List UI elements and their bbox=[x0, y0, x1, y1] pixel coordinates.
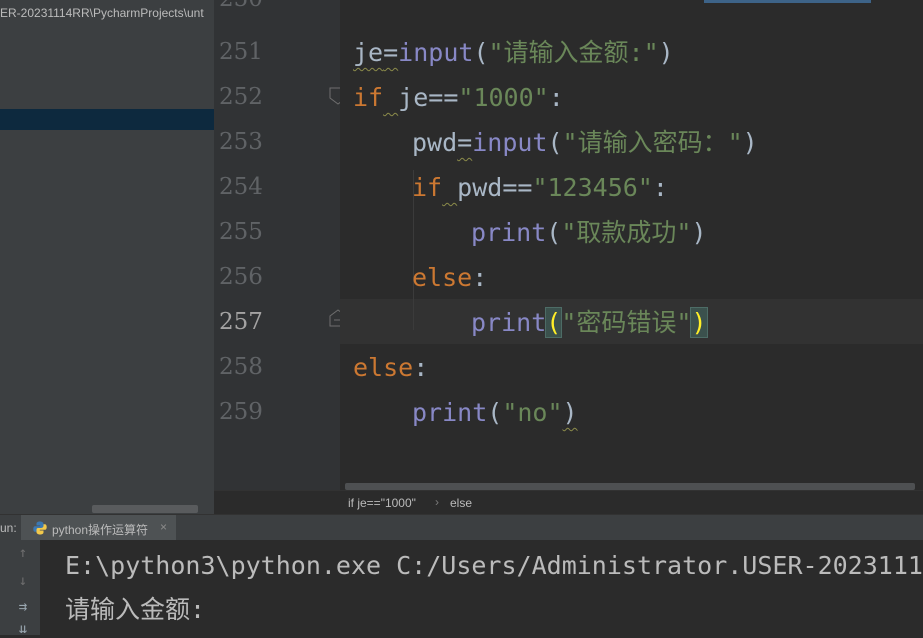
breadcrumb-separator-icon: › bbox=[435, 495, 439, 509]
project-path: ER-20231114RR\PycharmProjects\unt bbox=[0, 6, 204, 20]
line-number: 253 bbox=[219, 129, 263, 155]
code-line-254[interactable]: if pwd=="123456": bbox=[412, 165, 668, 210]
editor-horizontal-scrollbar[interactable] bbox=[345, 483, 915, 490]
selected-tree-row[interactable] bbox=[0, 109, 214, 130]
line-number-current: 257 bbox=[219, 309, 263, 335]
code-line-256[interactable]: else: bbox=[412, 255, 487, 300]
code-line-253[interactable]: pwd=input("请输入密码：") bbox=[412, 120, 758, 165]
breadcrumb-item[interactable]: if je=="1000" bbox=[348, 496, 416, 510]
run-label: un: bbox=[0, 521, 17, 535]
code-line-259[interactable]: print("no") bbox=[412, 390, 578, 435]
console-line: 请输入金额: bbox=[65, 595, 206, 624]
code-line-251[interactable]: je=input("请输入金额:") bbox=[353, 30, 674, 75]
sidebar-horizontal-scrollbar[interactable] bbox=[92, 505, 198, 513]
run-tab-label: python操作运算符 bbox=[52, 523, 149, 537]
python-icon bbox=[33, 521, 47, 535]
code-line-257[interactable]: print("密码错误") bbox=[471, 300, 708, 345]
arrow-down-icon[interactable]: ↓ bbox=[14, 572, 32, 590]
line-number: 252 bbox=[219, 84, 263, 110]
console-line: E:\python3\python.exe C:/Users/Administr… bbox=[65, 551, 923, 580]
breadcrumb-item[interactable]: else bbox=[450, 496, 472, 510]
scroll-to-end-icon[interactable]: ⇊ bbox=[14, 620, 32, 638]
run-toolbar: ↑ ↓ ⇉ ⇊ bbox=[0, 540, 40, 638]
run-tab[interactable]: python操作运算符 × bbox=[21, 515, 176, 541]
run-console[interactable]: E:\python3\python.exe C:/Users/Administr… bbox=[40, 540, 923, 635]
project-sidebar: ER-20231114RR\PycharmProjects\unt bbox=[0, 0, 214, 514]
code-line-255[interactable]: print("取款成功") bbox=[471, 210, 707, 255]
line-number: 255 bbox=[219, 219, 263, 245]
matched-brace: ) bbox=[690, 307, 708, 338]
active-tab-indicator bbox=[704, 0, 871, 3]
soft-wrap-icon[interactable]: ⇉ bbox=[14, 598, 32, 616]
line-number: 254 bbox=[219, 174, 263, 200]
line-number: 258 bbox=[219, 354, 263, 380]
line-number: 256 bbox=[219, 264, 263, 290]
close-icon[interactable]: × bbox=[160, 520, 167, 534]
code-line-252[interactable]: if je=="1000": bbox=[353, 75, 564, 120]
breadcrumb: if je=="1000" › else bbox=[214, 490, 923, 515]
line-number-partial: 250 bbox=[219, 0, 263, 12]
code-editor[interactable]: je=input("请输入金额:") if je=="1000": pwd=in… bbox=[340, 0, 923, 490]
run-toolwindow-header: un: python操作运算符 × bbox=[0, 514, 923, 541]
arrow-up-icon[interactable]: ↑ bbox=[14, 544, 32, 562]
code-line-258[interactable]: else: bbox=[353, 345, 428, 390]
line-number: 259 bbox=[219, 399, 263, 425]
editor-gutter: 250 251 252 253 254 255 256 257 258 259 bbox=[214, 0, 347, 490]
matched-brace: ( bbox=[545, 307, 563, 338]
line-number: 251 bbox=[219, 39, 263, 65]
